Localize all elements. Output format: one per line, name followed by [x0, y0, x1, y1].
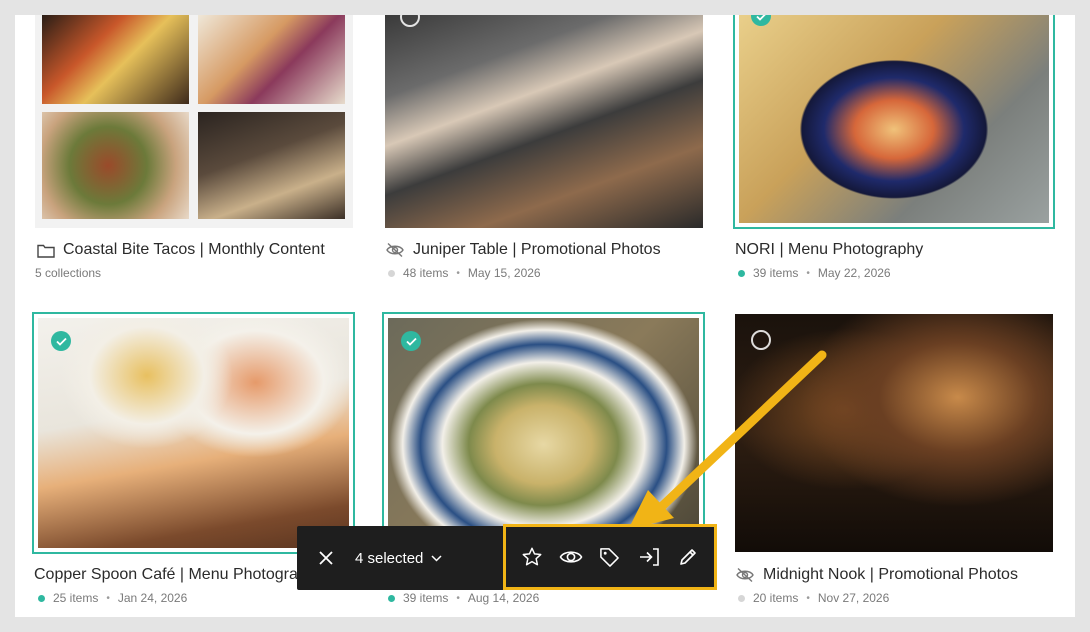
meta-separator: •	[106, 592, 110, 604]
selected-check-icon[interactable]	[401, 331, 421, 351]
thumbnail-image	[42, 15, 189, 104]
status-dot	[388, 269, 395, 277]
item-count: 48 items	[403, 266, 449, 280]
eye-icon	[559, 551, 583, 563]
collection-title-text: Coastal Bite Tacos | Monthly Content	[63, 241, 325, 258]
collection-title[interactable]: Midnight Nook | Promotional Photos	[735, 566, 1018, 584]
favorite-button[interactable]	[517, 542, 547, 572]
item-count: 20 items	[753, 591, 799, 605]
star-icon	[522, 547, 542, 566]
collection-meta: 39 items • May 22, 2026	[738, 266, 891, 280]
collection-meta: 5 collections	[35, 266, 101, 280]
meta-separator: •	[806, 592, 810, 604]
collection-photo	[739, 15, 1049, 223]
meta-separator: •	[456, 592, 460, 604]
collection-photo	[385, 15, 703, 228]
collection-date: Aug 14, 2026	[467, 591, 540, 605]
collection-title[interactable]: NORI | Menu Photography	[735, 241, 923, 259]
collection-title-text: Juniper Table | Promotional Photos	[413, 241, 661, 258]
move-to-icon	[640, 548, 659, 566]
collection-title-text: Midnight Nook | Promotional Photos	[763, 566, 1018, 583]
collection-date: May 15, 2026	[467, 266, 541, 280]
item-count: 39 items	[403, 591, 449, 605]
collection-thumbnail[interactable]	[38, 318, 349, 548]
bulk-actions-group	[503, 524, 717, 590]
status-dot	[38, 594, 45, 602]
thumbnail-image	[198, 15, 345, 104]
collection-meta: 39 items • Aug 14, 2026	[388, 591, 539, 605]
collection-thumbnail[interactable]	[388, 318, 699, 548]
eye-off-icon	[386, 242, 404, 258]
visibility-button[interactable]	[556, 542, 586, 572]
folder-icon	[37, 244, 55, 258]
select-radio[interactable]	[751, 330, 771, 350]
item-count: 39 items	[753, 266, 799, 280]
thumbnail-image	[198, 112, 345, 219]
item-count: 25 items	[53, 591, 99, 605]
meta-separator: •	[806, 267, 810, 279]
collection-thumbnail[interactable]	[385, 15, 703, 228]
collection-photo	[735, 314, 1053, 552]
selected-check-icon[interactable]	[51, 331, 71, 351]
chevron-down-icon	[431, 554, 442, 562]
selected-count-dropdown[interactable]: 4 selected	[355, 550, 442, 567]
selected-count-label: 4 selected	[355, 549, 424, 567]
folder-thumbnail-grid[interactable]	[35, 15, 353, 228]
collection-title-text: NORI | Menu Photography	[735, 241, 924, 258]
eye-off-icon	[736, 567, 754, 583]
collection-date: Nov 27, 2026	[817, 591, 890, 605]
close-selection-button[interactable]	[297, 526, 355, 590]
collection-count: 5 collections	[35, 266, 102, 280]
collection-photo	[38, 318, 349, 548]
collection-meta: 20 items • Nov 27, 2026	[738, 591, 889, 605]
collection-title[interactable]: Copper Spoon Café | Menu Photography	[34, 566, 324, 584]
collection-date: May 22, 2026	[817, 266, 891, 280]
edit-button[interactable]	[673, 542, 703, 572]
move-to-button[interactable]	[634, 542, 664, 572]
meta-separator: •	[456, 267, 460, 279]
collection-title[interactable]: Juniper Table | Promotional Photos	[385, 241, 661, 259]
status-dot	[388, 594, 395, 602]
close-icon	[319, 551, 333, 565]
tag-button[interactable]	[595, 542, 625, 572]
tag-icon	[600, 547, 620, 567]
status-dot	[738, 594, 745, 602]
pencil-icon	[680, 549, 697, 565]
collection-meta: 25 items • Jan 24, 2026	[38, 591, 187, 605]
collection-meta: 48 items • May 15, 2026	[388, 266, 541, 280]
status-dot	[738, 269, 745, 277]
collection-thumbnail[interactable]	[735, 314, 1053, 552]
collection-title[interactable]: Coastal Bite Tacos | Monthly Content	[37, 241, 325, 259]
thumbnail-image	[42, 112, 189, 219]
collection-thumbnail[interactable]	[739, 15, 1049, 223]
collection-date: Jan 24, 2026	[117, 591, 188, 605]
collection-title-text: Copper Spoon Café | Menu Photography	[34, 566, 324, 583]
collection-photo	[388, 318, 699, 548]
